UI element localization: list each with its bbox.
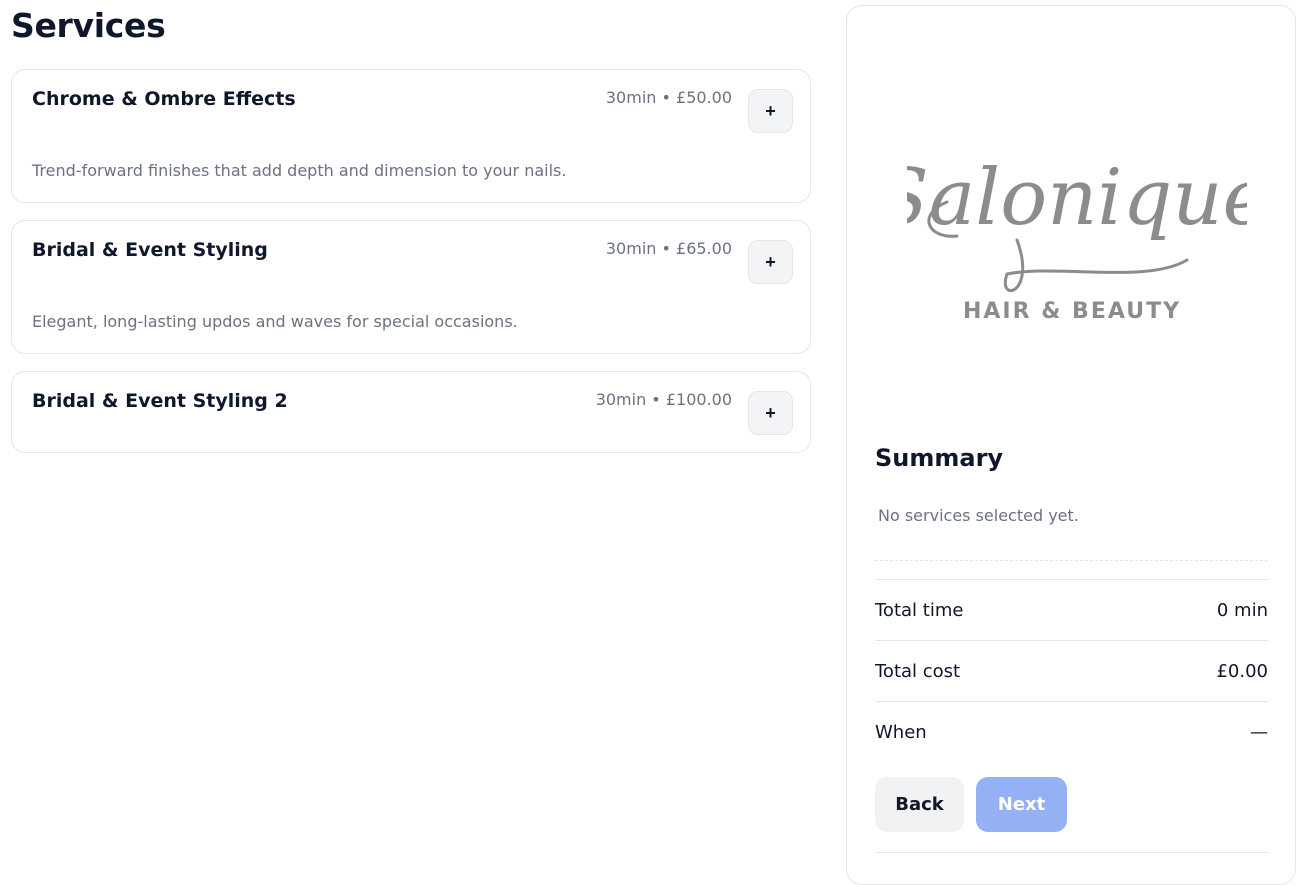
service-duration-price: 30min • £50.00 [605, 88, 732, 107]
service-name: Bridal & Event Styling 2 [32, 390, 288, 412]
service-card: Bridal & Event Styling 2 30min • £100.00… [11, 371, 811, 453]
service-duration-price: 30min • £65.00 [605, 239, 732, 258]
total-cost-label: Total cost [875, 660, 961, 682]
summary-title: Summary [875, 444, 1004, 472]
next-button[interactable]: Next [976, 777, 1067, 832]
when-label: When [875, 721, 927, 743]
service-card: Chrome & Ombre Effects 30min • £50.00 Tr… [11, 69, 811, 203]
salon-logo-script: Salonique [875, 153, 1269, 293]
page-title: Services [11, 6, 166, 45]
total-cost-value: £0.00 [1216, 660, 1268, 682]
service-name: Chrome & Ombre Effects [32, 88, 296, 110]
summary-totals: Total time 0 min Total cost £0.00 When — [875, 579, 1268, 762]
services-list: Chrome & Ombre Effects 30min • £50.00 Tr… [11, 69, 811, 470]
salon-logo-tagline: HAIR & BEAUTY [962, 299, 1182, 324]
back-button[interactable]: Back [875, 777, 964, 832]
service-description: Trend-forward finishes that add depth an… [32, 161, 567, 180]
service-name: Bridal & Event Styling [32, 239, 268, 261]
service-duration-price: 30min • £100.00 [595, 390, 732, 409]
summary-empty-message: No services selected yet. [878, 506, 1079, 525]
total-time-row: Total time 0 min [875, 579, 1268, 640]
when-value: — [1250, 721, 1268, 743]
total-cost-row: Total cost £0.00 [875, 640, 1268, 701]
summary-panel: Salonique HAIR & BEAUTY Summary No servi… [846, 5, 1296, 885]
when-row: When — [875, 701, 1268, 762]
total-time-value: 0 min [1216, 599, 1268, 621]
total-time-label: Total time [875, 599, 964, 621]
service-card: Bridal & Event Styling 30min • £65.00 El… [11, 220, 811, 354]
service-description: Elegant, long-lasting updos and waves fo… [32, 312, 518, 331]
summary-bottom-divider [875, 852, 1268, 853]
salon-logo-wordmark: Salonique [907, 153, 1247, 243]
add-service-button[interactable]: + [748, 240, 793, 284]
plus-icon: + [765, 251, 776, 272]
summary-actions: Back Next [875, 777, 1067, 832]
add-service-button[interactable]: + [748, 391, 793, 435]
plus-icon: + [765, 402, 776, 423]
summary-divider [875, 560, 1268, 561]
add-service-button[interactable]: + [748, 89, 793, 133]
plus-icon: + [765, 100, 776, 121]
salon-logo: Salonique HAIR & BEAUTY [875, 144, 1269, 334]
